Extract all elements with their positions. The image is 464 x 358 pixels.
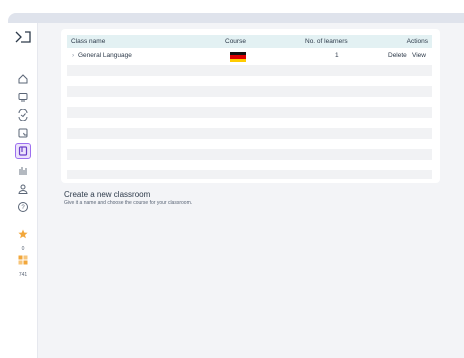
empty-row [67,128,432,139]
view-link[interactable]: View [412,52,426,59]
header-class-name: Class name [71,38,106,45]
empty-row [67,170,432,179]
expand-chevron-icon[interactable]: › [72,52,74,59]
logo-icon[interactable] [15,30,31,44]
xp-icon [18,255,28,265]
svg-text:?: ? [21,205,25,211]
vocabulary-icon [18,128,28,138]
xp-count: 741 [18,272,28,278]
table-header: Class name Course No. of learners Action… [67,35,432,48]
user-icon [18,184,28,194]
nav-classroom[interactable] [15,143,31,159]
classroom-table-card: Class name Course No. of learners Action… [61,29,440,183]
empty-row [67,86,432,97]
nav-profile[interactable] [15,181,31,197]
german-flag-icon [230,52,246,62]
xp-stat[interactable]: 741 [12,252,34,278]
stars-stat[interactable]: 0 [12,226,34,252]
create-classroom-subtitle: Give it a name and choose the course for… [64,200,193,206]
header-actions: Actions [406,38,428,45]
table-row[interactable]: › General Language 1 Delete View [67,50,432,62]
nav-lessons[interactable] [15,89,31,105]
nav-help[interactable]: ? [15,199,31,215]
home-icon [18,74,28,84]
sidebar: ? 0 741 [8,23,38,358]
empty-row [67,149,432,160]
header-course: Course [225,38,246,45]
classroom-icon [18,146,28,156]
create-classroom-title[interactable]: Create a new classroom [64,190,150,199]
header-learners: No. of learners [305,38,348,45]
lessons-icon [18,93,28,102]
class-name-cell: General Language [78,52,132,59]
nav-progress[interactable] [15,163,31,179]
bar-chart-icon [19,167,27,175]
top-bar [8,13,464,23]
nav-vocabulary[interactable] [15,125,31,141]
learners-count-cell: 1 [335,52,339,59]
empty-row [67,107,432,118]
review-icon [18,109,28,121]
empty-row [67,65,432,76]
star-icon [18,229,28,239]
nav-review[interactable] [15,107,31,123]
help-icon: ? [18,202,28,212]
delete-link[interactable]: Delete [388,52,407,59]
nav-home[interactable] [15,71,31,87]
